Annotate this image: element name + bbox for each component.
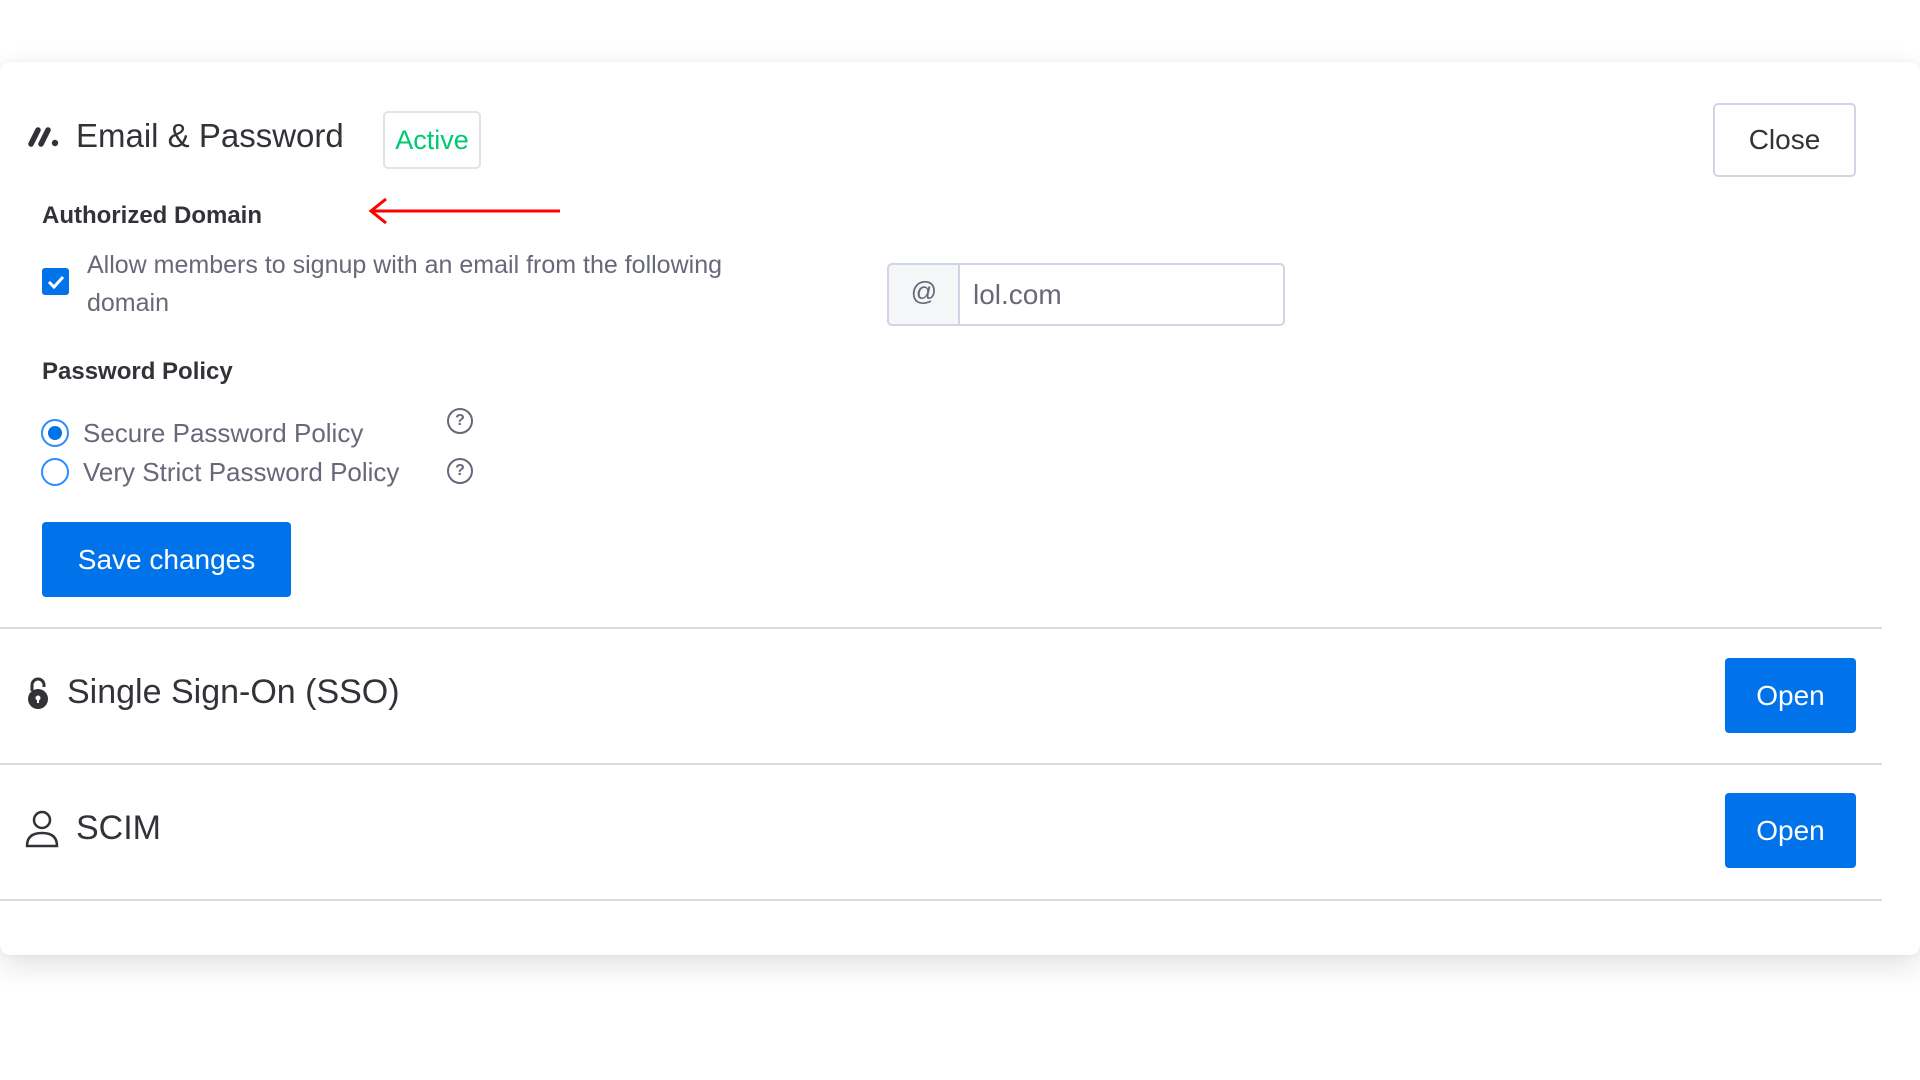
annotation-arrow-icon xyxy=(368,197,560,225)
secure-policy-label: Secure Password Policy xyxy=(83,418,364,448)
domain-prefix: @ xyxy=(887,263,959,326)
lock-icon xyxy=(28,677,48,709)
authentication-card xyxy=(0,62,1920,955)
allow-signup-label: Allow members to signup with an email fr… xyxy=(87,251,722,317)
scim-title: SCIM xyxy=(76,809,161,847)
domain-input[interactable] xyxy=(958,263,1285,326)
divider xyxy=(0,627,1882,629)
status-badge: Active xyxy=(383,111,481,169)
user-icon xyxy=(25,810,59,848)
authorized-domain-heading: Authorized Domain xyxy=(42,202,262,229)
help-icon[interactable]: ? xyxy=(447,458,473,484)
sso-title: Single Sign-On (SSO) xyxy=(67,673,400,711)
close-button[interactable]: Close xyxy=(1713,103,1856,177)
radio-secure-policy[interactable] xyxy=(41,419,69,447)
radio-very-strict-policy[interactable] xyxy=(41,458,69,486)
scim-open-button[interactable]: Open xyxy=(1725,793,1856,868)
password-policy-heading: Password Policy xyxy=(42,358,233,385)
save-changes-button[interactable]: Save changes xyxy=(42,522,291,597)
very-strict-policy-label: Very Strict Password Policy xyxy=(83,457,400,487)
checkmark-icon xyxy=(47,275,64,289)
help-icon[interactable]: ? xyxy=(447,408,473,434)
monday-logo-icon xyxy=(28,127,59,147)
allow-signup-checkbox[interactable] xyxy=(42,268,69,295)
section-title: Email & Password xyxy=(76,117,344,154)
sso-open-button[interactable]: Open xyxy=(1725,658,1856,733)
divider xyxy=(0,899,1882,901)
divider xyxy=(0,763,1882,765)
